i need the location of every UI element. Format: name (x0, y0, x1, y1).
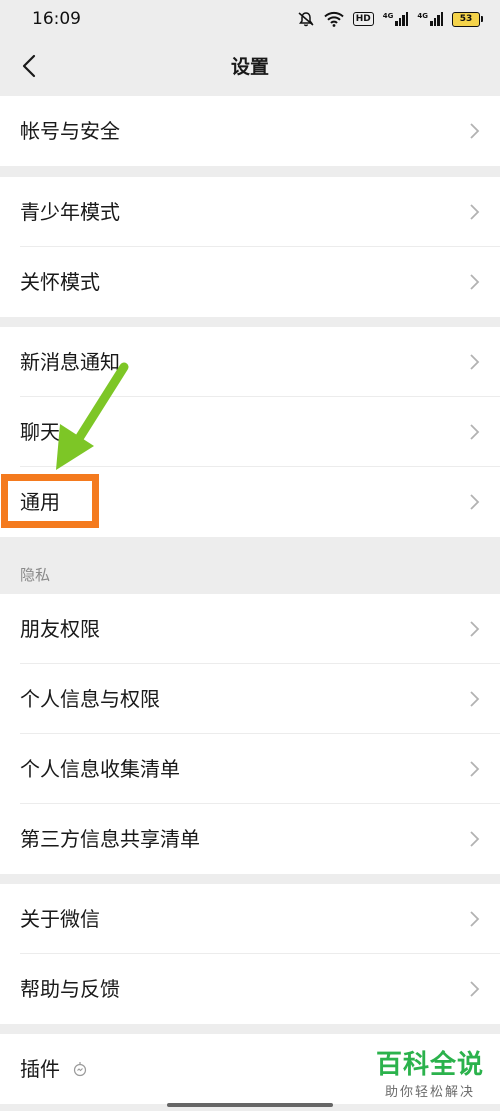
chevron-right-icon (470, 354, 480, 370)
settings-item-third-party-sharing[interactable]: 第三方信息共享清单 (0, 804, 500, 874)
plugin-icon (73, 1062, 87, 1077)
bell-muted-icon (298, 12, 314, 27)
chevron-right-icon (470, 424, 480, 440)
back-button[interactable] (14, 51, 44, 81)
settings-item-account-security[interactable]: 帐号与安全 (0, 96, 500, 166)
chevron-right-icon (470, 911, 480, 927)
nav-bar: 设置 (0, 38, 500, 96)
chevron-right-icon (470, 831, 480, 847)
settings-item-label: 帮助与反馈 (20, 977, 120, 1001)
watermark-title: 百科全说 (375, 1050, 484, 1080)
chevron-right-icon (470, 494, 480, 510)
chevron-right-icon (470, 621, 480, 637)
settings-item-label: 朋友权限 (20, 617, 100, 641)
settings-item-label: 第三方信息共享清单 (20, 827, 200, 851)
settings-item-personal-info-permissions[interactable]: 个人信息与权限 (0, 664, 500, 734)
signal-icon: 4G (383, 12, 409, 26)
home-indicator (167, 1103, 333, 1107)
wifi-icon (324, 11, 344, 27)
page-title: 设置 (230, 56, 269, 78)
settings-item-label: 个人信息收集清单 (20, 757, 180, 781)
hd-badge: HD (352, 12, 374, 26)
settings-item-care-mode[interactable]: 关怀模式 (0, 247, 500, 317)
status-time: 16:09 (32, 9, 81, 29)
back-arrow-icon (22, 54, 36, 78)
settings-item-personal-info-list[interactable]: 个人信息收集清单 (0, 734, 500, 804)
settings-item-teen-mode[interactable]: 青少年模式 (0, 177, 500, 247)
settings-item-label: 关怀模式 (20, 270, 100, 294)
settings-item-friend-permissions[interactable]: 朋友权限 (0, 594, 500, 664)
chevron-right-icon (470, 981, 480, 997)
chevron-right-icon (470, 274, 480, 290)
settings-item-label: 青少年模式 (20, 200, 120, 224)
settings-item-label: 帐号与安全 (20, 119, 120, 143)
battery-icon: 53 (452, 11, 483, 27)
highlight-box (1, 474, 99, 528)
section-header-privacy: 隐私 (20, 566, 51, 584)
settings-item-help-feedback[interactable]: 帮助与反馈 (0, 954, 500, 1024)
arrow-pointer-icon (56, 362, 129, 470)
signal-icon: 4G (417, 12, 443, 26)
chevron-right-icon (470, 691, 480, 707)
chevron-right-icon (470, 123, 480, 139)
watermark: 百科全说 助你轻松解决 (376, 1049, 484, 1100)
settings-item-label: 个人信息与权限 (20, 687, 160, 711)
chevron-right-icon (470, 761, 480, 777)
status-bar: 16:09 HD 4G 4G 53 (0, 0, 500, 38)
settings-item-label: 关于微信 (20, 907, 100, 931)
chevron-right-icon (470, 204, 480, 220)
settings-item-label: 插件 (20, 1057, 60, 1081)
watermark-subtitle: 助你轻松解决 (384, 1085, 475, 1100)
settings-item-about[interactable]: 关于微信 (0, 884, 500, 954)
status-icons: HD 4G 4G 53 (297, 11, 483, 27)
